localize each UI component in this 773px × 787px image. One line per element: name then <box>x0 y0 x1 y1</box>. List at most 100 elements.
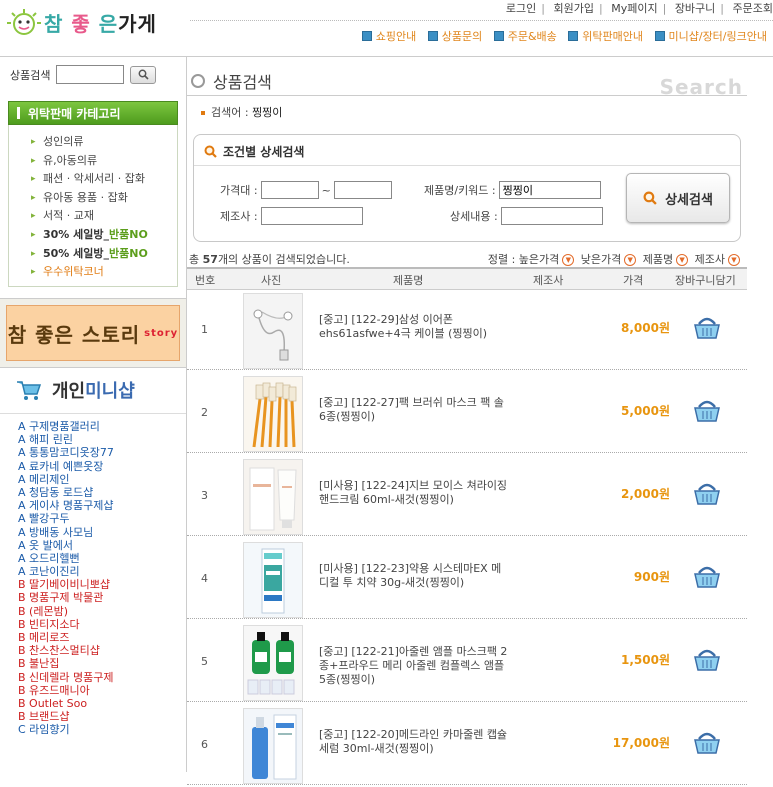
table-row: 5 [중고] [122-21]아줄렌 앰플 마스크팩 2종+프라우드 메리 아줄… <box>187 621 747 702</box>
product-thumbnail-serum[interactable] <box>243 708 303 784</box>
minishop-link[interactable]: A 게이샤 명품구제샵 <box>18 499 186 512</box>
sidebar-search-button[interactable] <box>130 65 157 84</box>
signup-link[interactable]: 회원가입 <box>554 2 594 15</box>
price-min-input[interactable] <box>260 181 319 199</box>
detail-search-button[interactable]: 상세검색 <box>626 173 730 223</box>
minishop-link[interactable]: A 메리제인 <box>18 473 186 486</box>
product-name-link[interactable]: [미사용] [122-23]약용 시스테마EX 메디컬 투 치약 30g-새것(… <box>319 562 509 590</box>
minishop-link[interactable]: A 료카네 예쁜옷장 <box>18 460 186 473</box>
category-item-sale30[interactable]: 30% 세일방_반품NO <box>31 226 177 245</box>
minishop-link[interactable]: B 유즈드매니아 <box>18 684 186 697</box>
sort-low-price[interactable]: 낮은가격 ▼ <box>581 253 639 266</box>
minishop-link[interactable]: B 불난집 <box>18 657 186 670</box>
detail-input[interactable] <box>500 207 603 225</box>
sidebar-search-label: 상품검색 <box>10 68 51 82</box>
minishop-link[interactable]: A 코난이진리 <box>18 565 186 578</box>
login-link[interactable]: 로그인 <box>506 2 536 15</box>
minishop-link[interactable]: B 딸기베이비니뽀샵 <box>18 578 186 591</box>
minishop-link[interactable]: B 명품구제 박물관 <box>18 591 186 604</box>
cart-basket-icon[interactable] <box>693 646 721 672</box>
cart-basket-icon[interactable] <box>693 480 721 506</box>
story-banner[interactable]: 참 좋은 스토리 story <box>0 298 186 368</box>
header-divider <box>190 20 773 21</box>
row-number: 1 <box>201 323 208 336</box>
minishop-link[interactable]: A 오드리헬뻔 <box>18 552 186 565</box>
square-bullet-icon <box>568 31 579 41</box>
circle-bullet-icon <box>191 74 205 88</box>
minishop-link[interactable]: A 구제명품갤러리 <box>18 420 186 433</box>
menu-order-shipping[interactable]: 주문&배송 <box>493 28 557 44</box>
product-thumbnail-brush[interactable] <box>243 376 303 452</box>
menu-shopping-guide[interactable]: 쇼핑안내 <box>361 28 416 44</box>
maker-input[interactable] <box>260 207 363 225</box>
cart-basket-icon[interactable] <box>693 314 721 340</box>
top-navigation: 로그인 | 회원가입 | My페이지 | 장바구니 | 주문조회 <box>505 2 773 15</box>
site-logo[interactable]: 참 좋 은가게 <box>4 4 184 40</box>
minishop-link[interactable]: A 빨강구두 <box>18 512 186 525</box>
product-name-link[interactable]: [중고] [122-21]아줄렌 앰플 마스크팩 2종+프라우드 메리 아줄렌 … <box>319 645 509 687</box>
product-thumbnail-toothpaste[interactable] <box>243 542 303 618</box>
category-item[interactable]: 성인의류 <box>31 133 177 152</box>
category-item[interactable]: 패션 · 악세서리 · 잡화 <box>31 170 177 189</box>
minishop-link[interactable]: B 빈티지소다 <box>18 618 186 631</box>
minishop-link[interactable]: A 방배동 사모님 <box>18 526 186 539</box>
minishop-link[interactable]: A 통통맘코디옷장77 <box>18 446 186 459</box>
minishop-link[interactable]: B Outlet Soo <box>18 697 186 710</box>
mypage-link[interactable]: My페이지 <box>611 2 657 15</box>
menu-consignment-guide[interactable]: 위탁판매안내 <box>568 28 643 44</box>
menu-product-inquiry[interactable]: 상품문의 <box>427 28 482 44</box>
product-name-link[interactable]: [미사용] [122-24]지브 모이스 쳐라이징 핸드크림 60ml-새것(찡… <box>319 479 509 507</box>
square-bullet-icon <box>361 31 372 41</box>
title-divider <box>187 95 747 96</box>
sun-mascot-icon <box>7 9 41 35</box>
advanced-search-title: 조건별 상세검색 <box>204 143 304 160</box>
product-price: 2,000원 <box>621 487 670 501</box>
maker-field: 제조사 : <box>220 207 363 225</box>
table-row: 1 [중고] [122-29]삼성 이어폰 ehs61asfwe+4극 케이블 … <box>187 289 747 370</box>
sort-maker[interactable]: 제조사 ▼ <box>695 253 743 266</box>
row-number: 5 <box>201 655 208 668</box>
product-thumbnail-ampoule[interactable] <box>243 625 303 701</box>
col-product-name: 제품명 <box>393 274 424 287</box>
row-number: 3 <box>201 489 208 502</box>
minishop-link[interactable]: A 옷 발에서 <box>18 539 186 552</box>
cart-basket-icon[interactable] <box>693 729 721 755</box>
arrow-down-icon: ▼ <box>676 254 689 266</box>
sidebar-search-input[interactable] <box>56 65 125 84</box>
table-row: 3 [미사용] [122-24]지브 모이스 쳐라이징 핸드크림 60ml-새것… <box>187 455 747 536</box>
product-name-link[interactable]: [중고] [122-29]삼성 이어폰 ehs61asfwe+4극 케이블 (찡… <box>319 313 509 341</box>
product-name-link[interactable]: [중고] [122-27]팩 브러쉬 마스크 팩 솔6종(찡찡이) <box>319 396 509 424</box>
minishop-link[interactable]: B 신데렐라 명품구제 <box>18 671 186 684</box>
minishop-link[interactable]: B 브랜드샵 <box>18 710 186 723</box>
info-menu: 쇼핑안내 상품문의 주문&배송 위탁판매안내 미니샵/장터/링크안내 <box>354 28 767 44</box>
product-name-input[interactable] <box>498 181 601 199</box>
row-number: 2 <box>201 406 208 419</box>
product-thumbnail-cream[interactable] <box>243 459 303 535</box>
cart-basket-icon[interactable] <box>693 563 721 589</box>
sort-high-price[interactable]: 높은가격 ▼ <box>519 253 577 266</box>
minishop-link[interactable]: B 메리로즈 <box>18 631 186 644</box>
cart-basket-icon[interactable] <box>693 397 721 423</box>
minishop-link[interactable]: A 해피 린린 <box>18 433 186 446</box>
category-item[interactable]: 서적 · 교재 <box>31 207 177 226</box>
minishop-link[interactable]: B (레몬밤) <box>18 605 186 618</box>
col-maker: 제조사 <box>533 274 564 287</box>
minishop-link[interactable]: A 청담동 로드샵 <box>18 486 186 499</box>
order-lookup-link[interactable]: 주문조회 <box>733 2 773 15</box>
category-item-best[interactable]: 우수위탁코너 <box>31 263 177 282</box>
story-banner-image: 참 좋은 스토리 story <box>6 305 180 361</box>
cart-link[interactable]: 장바구니 <box>675 2 715 15</box>
category-item[interactable]: 유,아동의류 <box>31 152 177 171</box>
minishop-link[interactable]: B 찬스찬스멀티샵 <box>18 644 186 657</box>
category-item-sale50[interactable]: 50% 세일방_반품NO <box>31 245 177 264</box>
price-max-input[interactable] <box>333 181 392 199</box>
col-cart: 장바구니담기 <box>675 274 736 287</box>
category-item[interactable]: 유아동 용품 · 잡화 <box>31 189 177 208</box>
logo-text: 참 좋 은가게 <box>44 11 157 36</box>
product-table: 1 [중고] [122-29]삼성 이어폰 ehs61asfwe+4극 케이블 … <box>187 289 747 787</box>
product-name-link[interactable]: [중고] [122-20]메드라인 카마줄렌 캡슐 세럼 30ml-새것(찡찡이… <box>319 728 509 756</box>
minishop-link[interactable]: C 라임향기 <box>18 723 186 736</box>
product-thumbnail-earphone[interactable] <box>243 293 303 369</box>
menu-minishop-guide[interactable]: 미니샵/장터/링크안내 <box>654 28 767 44</box>
sort-name[interactable]: 제품명 ▼ <box>643 253 691 266</box>
